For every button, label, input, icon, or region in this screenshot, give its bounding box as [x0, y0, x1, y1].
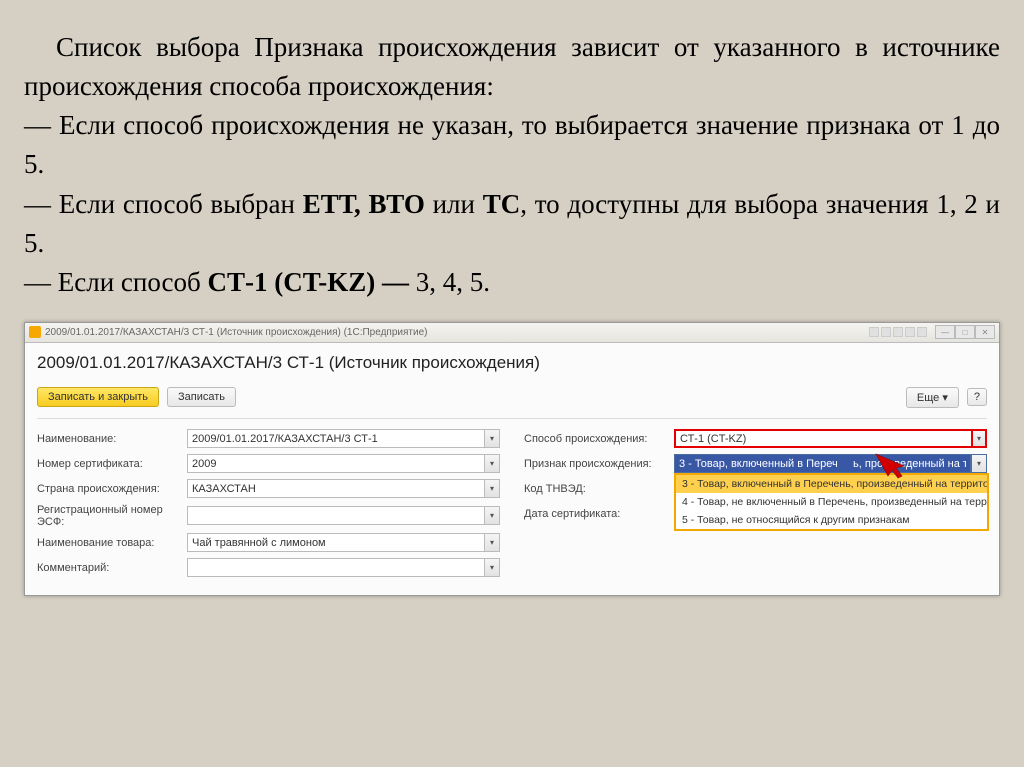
close-button[interactable]: ✕ — [975, 325, 995, 339]
save-button[interactable]: Записать — [167, 387, 236, 407]
name-label: Наименование: — [37, 433, 187, 445]
sign-input[interactable] — [674, 454, 971, 473]
dropdown-icon[interactable]: ▾ — [484, 506, 500, 525]
dropdown-icon[interactable]: ▾ — [971, 429, 987, 448]
goods-input[interactable] — [187, 533, 484, 552]
form-left-column: Наименование: ▾ Номер сертификата: ▾ Стр… — [37, 429, 500, 583]
dropdown-icon[interactable]: ▾ — [971, 454, 987, 473]
app-window: 2009/01.01.2017/КАЗАХСТАН/3 СТ-1 (Источн… — [24, 322, 1000, 596]
reg-label: Регистрационный номер ЭСФ: — [37, 504, 187, 528]
cert-label: Номер сертификата: — [37, 458, 187, 470]
sign-label: Признак происхождения: — [524, 458, 674, 470]
dropdown-option[interactable]: 3 - Товар, включенный в Перечень, произв… — [676, 475, 987, 493]
method-label: Способ происхождения: — [524, 433, 674, 445]
maximize-button[interactable]: □ — [955, 325, 975, 339]
description-text: Список выбора Признака происхождения зав… — [24, 28, 1000, 302]
cert-input[interactable] — [187, 454, 484, 473]
dropdown-icon[interactable]: ▾ — [484, 454, 500, 473]
dropdown-option[interactable]: 4 - Товар, не включенный в Перечень, про… — [676, 493, 987, 511]
more-button[interactable]: Еще ▾ — [906, 387, 959, 408]
dropdown-icon[interactable]: ▾ — [484, 479, 500, 498]
titlebar-text: 2009/01.01.2017/КАЗАХСТАН/3 СТ-1 (Источн… — [45, 327, 427, 338]
comment-input[interactable] — [187, 558, 484, 577]
reg-input[interactable] — [187, 506, 484, 525]
dropdown-option[interactable]: 5 - Товар, не относящийся к другим призн… — [676, 511, 987, 529]
country-input[interactable] — [187, 479, 484, 498]
form-right-column: Способ происхождения: ▾ Признак происхож… — [524, 429, 987, 583]
sign-dropdown-list[interactable]: 3 - Товар, включенный в Перечень, произв… — [674, 473, 989, 531]
help-button[interactable]: ? — [967, 388, 987, 406]
app-icon — [29, 326, 41, 338]
goods-label: Наименование товара: — [37, 537, 187, 549]
dropdown-icon[interactable]: ▾ — [484, 429, 500, 448]
comment-label: Комментарий: — [37, 562, 187, 574]
dropdown-icon[interactable]: ▾ — [484, 533, 500, 552]
country-label: Страна происхождения: — [37, 483, 187, 495]
minimize-button[interactable]: — — [935, 325, 955, 339]
titlebar-tool-icons — [869, 327, 927, 337]
date-label: Дата сертификата: — [524, 508, 674, 520]
dropdown-icon[interactable]: ▾ — [484, 558, 500, 577]
save-and-close-button[interactable]: Записать и закрыть — [37, 387, 159, 407]
window-titlebar: 2009/01.01.2017/КАЗАХСТАН/3 СТ-1 (Источн… — [25, 323, 999, 343]
code-label: Код ТНВЭД: — [524, 483, 674, 495]
form-title: 2009/01.01.2017/КАЗАХСТАН/3 СТ-1 (Источн… — [37, 353, 987, 373]
method-input[interactable] — [674, 429, 971, 448]
name-input[interactable] — [187, 429, 484, 448]
toolbar: Записать и закрыть Записать Еще ▾ ? — [37, 383, 987, 419]
